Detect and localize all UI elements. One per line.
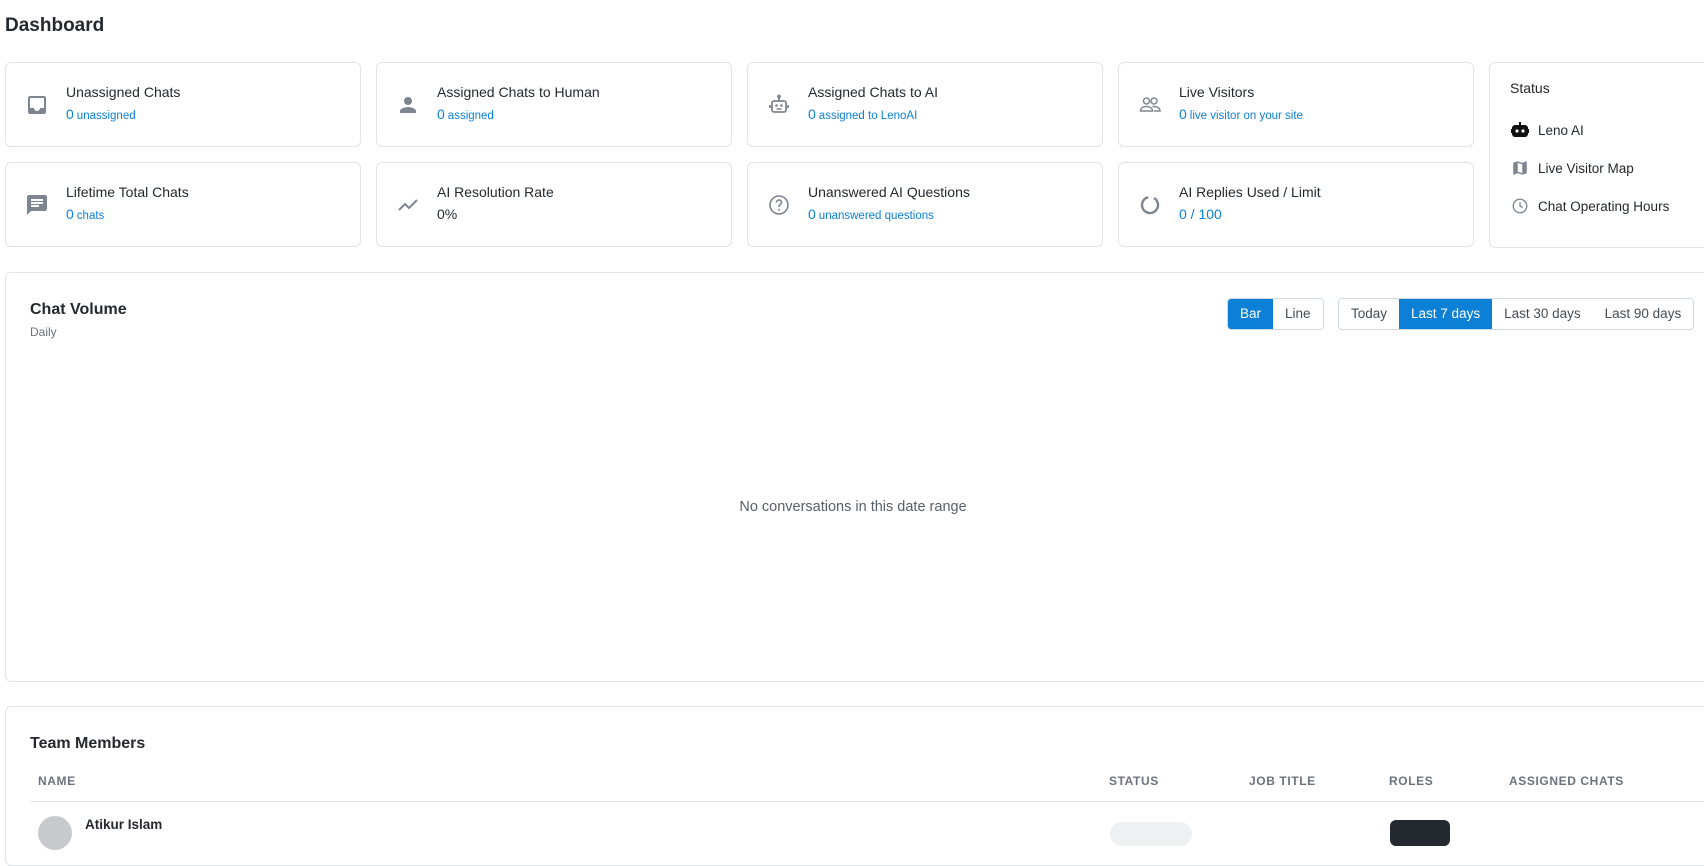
- stat-value[interactable]: 0: [437, 106, 445, 122]
- team-title: Team Members: [30, 735, 146, 752]
- status-item-leno-ai[interactable]: Leno AI: [1510, 120, 1584, 140]
- stat-title: Assigned Chats to Human: [437, 84, 600, 100]
- column-header-job-title[interactable]: JOB TITLE: [1249, 774, 1316, 788]
- status-item-live-visitor-map[interactable]: Live Visitor Map: [1510, 158, 1634, 178]
- status-item-label: Live Visitor Map: [1538, 160, 1634, 176]
- status-item-label: Leno AI: [1538, 122, 1584, 138]
- chat-icon: [25, 193, 49, 217]
- stat-title: Unanswered AI Questions: [808, 184, 970, 200]
- stat-value[interactable]: 0: [808, 206, 816, 222]
- stat-sub[interactable]: assigned: [448, 110, 494, 122]
- stat-sub[interactable]: live visitor on your site: [1190, 110, 1303, 122]
- clock-icon: [1510, 196, 1530, 216]
- avatar: [38, 816, 72, 850]
- chat-volume-card: Chat Volume Daily Bar Line Today Last 7 …: [5, 272, 1704, 682]
- bot-icon: [1510, 120, 1530, 140]
- map-icon: [1510, 158, 1530, 178]
- stat-title: AI Resolution Rate: [437, 184, 554, 200]
- stat-value[interactable]: 0: [66, 106, 74, 122]
- stat-title: Assigned Chats to AI: [808, 84, 938, 100]
- stat-card-lifetime-chats[interactable]: Lifetime Total Chats 0 chats: [5, 162, 361, 247]
- stat-value[interactable]: 0 / 100: [1179, 206, 1222, 222]
- inbox-icon: [25, 93, 49, 117]
- column-header-assigned-chats[interactable]: ASSIGNED CHATS: [1509, 774, 1624, 788]
- stat-card-ai-resolution-rate: AI Resolution Rate 0%: [376, 162, 732, 247]
- column-header-status[interactable]: STATUS: [1109, 774, 1159, 788]
- page-title: Dashboard: [5, 15, 105, 36]
- stat-card-ai-replies-limit[interactable]: AI Replies Used / Limit 0 / 100: [1118, 162, 1474, 247]
- status-item-label: Chat Operating Hours: [1538, 198, 1670, 214]
- question-icon: [767, 193, 791, 217]
- team-members-card: Team Members NAME STATUS JOB TITLE ROLES…: [5, 706, 1704, 866]
- stat-card-unassigned-chats[interactable]: Unassigned Chats 0 unassigned: [5, 62, 361, 147]
- stat-title: Unassigned Chats: [66, 84, 181, 100]
- stat-sub[interactable]: chats: [77, 210, 105, 222]
- stat-card-unanswered-ai[interactable]: Unanswered AI Questions 0 unanswered ques…: [747, 162, 1103, 247]
- trend-icon: [396, 193, 420, 217]
- status-card: Status Leno AI Live Visitor Map Chat Ope…: [1489, 62, 1704, 248]
- column-header-roles[interactable]: ROLES: [1389, 774, 1433, 788]
- role-badge: [1390, 820, 1450, 846]
- stat-sub[interactable]: unanswered questions: [819, 210, 934, 222]
- stat-value: 0%: [437, 206, 458, 222]
- stat-title: AI Replies Used / Limit: [1179, 184, 1321, 200]
- stat-card-live-visitors[interactable]: Live Visitors 0 live visitor on your site: [1118, 62, 1474, 147]
- stat-sub[interactable]: unassigned: [77, 110, 136, 122]
- status-item-chat-operating-hours[interactable]: Chat Operating Hours: [1510, 196, 1669, 216]
- column-header-name[interactable]: NAME: [38, 774, 76, 788]
- stat-title: Live Visitors: [1179, 84, 1255, 100]
- progress-ring-icon: [1138, 193, 1162, 217]
- stat-title: Lifetime Total Chats: [66, 184, 189, 200]
- people-icon: [1138, 93, 1162, 117]
- status-badge: [1110, 822, 1192, 846]
- person-icon: [396, 93, 420, 117]
- stat-card-assigned-human[interactable]: Assigned Chats to Human 0 assigned: [376, 62, 732, 147]
- stat-value[interactable]: 0: [808, 106, 816, 122]
- chart-empty-message: No conversations in this date range: [739, 499, 967, 515]
- stat-sub[interactable]: assigned to LenoAI: [819, 110, 917, 122]
- robot-icon: [767, 93, 791, 117]
- stat-card-assigned-ai[interactable]: Assigned Chats to AI 0 assigned to LenoAI: [747, 62, 1103, 147]
- header-divider: [30, 801, 1704, 802]
- status-title: Status: [1510, 80, 1550, 96]
- stat-value[interactable]: 0: [1179, 106, 1187, 122]
- stat-value[interactable]: 0: [66, 206, 74, 222]
